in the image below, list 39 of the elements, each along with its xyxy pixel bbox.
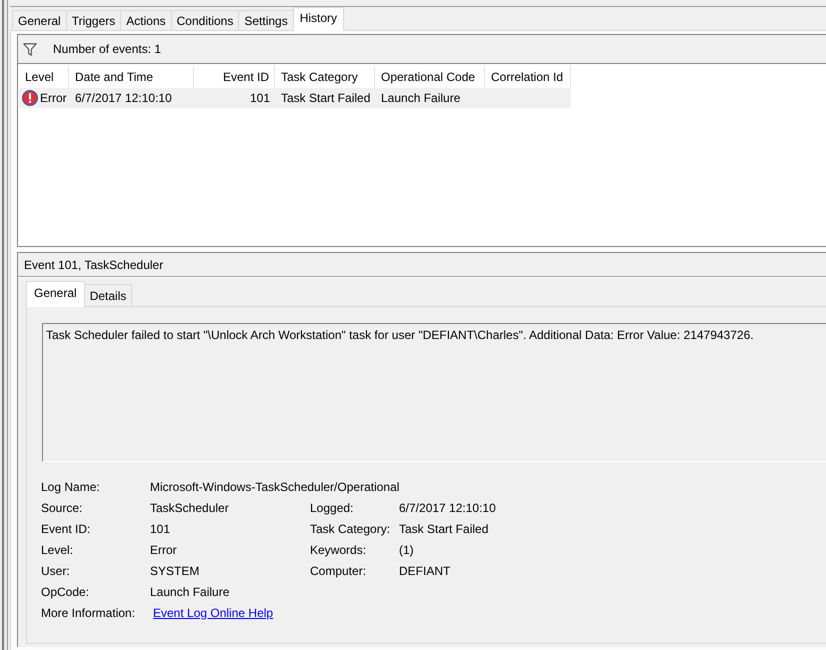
field-value: 6/7/2017 12:10:10 — [399, 500, 496, 514]
field-label: Computer: — [310, 564, 366, 578]
table-cell-text: Task Start Failed — [280, 91, 372, 105]
field-value: Microsoft-Windows-TaskScheduler/Operational — [150, 480, 400, 494]
field-value: 101 — [150, 522, 170, 536]
field-label: Level: — [41, 542, 74, 556]
field-value: Launch Failure — [150, 584, 230, 598]
field-value: (1) — [399, 542, 414, 556]
field-label: User: — [41, 564, 70, 578]
field-value: SYSTEM — [150, 564, 200, 578]
table-cell-text: Launch Failure — [380, 91, 462, 105]
field-value: DEFIANT — [399, 564, 450, 578]
filter-icon[interactable] — [23, 42, 37, 56]
tab[interactable]: General — [26, 281, 85, 307]
field-label: Event ID: — [41, 522, 90, 536]
error-icon — [22, 90, 38, 106]
table-cell-text: 6/7/2017 12:10:10 — [74, 91, 173, 105]
event-description-field[interactable]: Task Scheduler failed to start "\Unlock Arch Workstation" task for user "DEFIANT\Charles". Additional Data: Error Value: 2147943726. — [42, 323, 826, 462]
field-label: Source: — [41, 500, 82, 514]
field-label: Logged: — [310, 500, 354, 514]
field-label: OpCode: — [41, 584, 90, 598]
field-label: Task Category: — [310, 522, 390, 536]
field-label: Keywords: — [310, 542, 366, 556]
field-value: TaskScheduler — [150, 500, 229, 514]
field-label: More Information: — [41, 606, 136, 620]
field-label: Log Name: — [41, 480, 100, 494]
table-cell-text: Error — [39, 91, 67, 105]
field-value: Error — [150, 542, 177, 556]
tab[interactable]: Triggers — [66, 10, 122, 30]
event-title: Event 101, TaskScheduler — [24, 258, 164, 272]
tab[interactable]: History — [292, 7, 344, 31]
table-cell-text: 101 — [248, 91, 271, 105]
tab[interactable]: General — [12, 10, 67, 30]
table-row[interactable]: Error 6/7/2017 12:10:10 101 Task Start Failed Launch Failure — [19, 88, 571, 108]
event-count-label: Number of events: 1 — [53, 42, 162, 56]
tab[interactable]: Details — [84, 284, 132, 306]
tab[interactable]: Settings — [238, 10, 294, 30]
help-link[interactable]: Event Log Online Help — [153, 606, 274, 620]
field-value: Task Start Failed — [399, 522, 488, 536]
